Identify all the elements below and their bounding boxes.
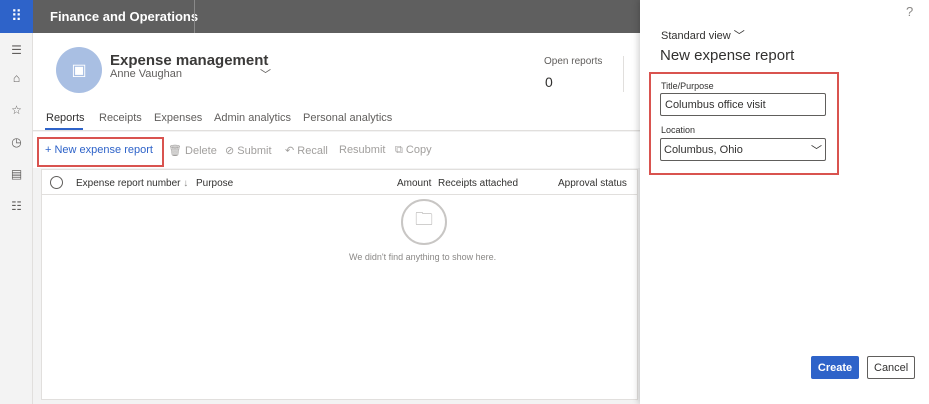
copy-button[interactable]: ⧉ Copy (395, 144, 432, 157)
left-nav: ☰ ⌂ ☆ ◷ ▤ ☷ (0, 33, 33, 404)
tab-receipts[interactable]: Receipts (99, 112, 142, 124)
submit-button[interactable]: ⊘ Submit (225, 144, 272, 157)
empty-folder-icon: 🗀 (401, 199, 447, 245)
help-icon[interactable]: ? (906, 4, 913, 19)
column-header-approval-status[interactable]: Approval status (558, 178, 627, 189)
workspace-user[interactable]: Anne Vaughan (110, 68, 182, 80)
create-button[interactable]: Create (811, 356, 859, 379)
clock-icon[interactable]: ◷ (0, 135, 33, 149)
chevron-down-icon[interactable]: ﹀ (260, 66, 271, 82)
check-circle-icon: ⊘ (225, 145, 238, 157)
cancel-button[interactable]: Cancel (867, 356, 915, 379)
list-icon[interactable]: ☷ (0, 199, 33, 213)
hamburger-icon[interactable]: ☰ (0, 43, 33, 57)
copy-icon: ⧉ (395, 144, 406, 156)
workspace-icon[interactable]: ▤ (0, 167, 33, 181)
resubmit-label: Resubmit (339, 144, 386, 156)
sort-arrow-icon: ↓ (183, 178, 189, 189)
active-tab-indicator (45, 128, 83, 130)
delete-button[interactable]: 🗑 Delete (168, 144, 217, 157)
open-reports-value[interactable]: 0 (545, 74, 553, 90)
waffle-icon[interactable]: ⠿ (0, 0, 33, 33)
view-selector-label: Standard view (661, 30, 731, 42)
workspace-avatar: ▣ (56, 47, 102, 93)
grid-header-divider (42, 194, 638, 195)
select-all-checkbox[interactable] (50, 176, 63, 189)
highlight-box-new-report (37, 137, 164, 167)
trash-icon: 🗑 (168, 145, 186, 157)
tab-admin-analytics[interactable]: Admin analytics (214, 112, 291, 124)
panel-title: New expense report (660, 47, 795, 64)
column-header-receipts-attached[interactable]: Receipts attached (438, 178, 518, 189)
delete-label: Delete (185, 145, 217, 157)
tab-expenses[interactable]: Expenses (154, 112, 202, 124)
workspace-title: Expense management (110, 52, 269, 69)
top-bar-divider (194, 0, 195, 33)
empty-state-message: We didn't find anything to show here. (349, 252, 497, 262)
tab-personal-analytics[interactable]: Personal analytics (303, 112, 392, 124)
expense-report-grid (41, 169, 638, 400)
column-header-purpose[interactable]: Purpose (196, 178, 233, 189)
star-icon[interactable]: ☆ (0, 103, 33, 117)
highlight-box-form-fields (649, 72, 839, 175)
resubmit-button[interactable]: Resubmit (339, 144, 385, 156)
tab-reports[interactable]: Reports (46, 112, 85, 124)
column-header-report-number[interactable]: Expense report number ↓ (76, 178, 188, 189)
submit-label: Submit (237, 145, 272, 157)
column-header-amount[interactable]: Amount (397, 178, 431, 189)
recall-button[interactable]: ↶ Recall (285, 144, 328, 157)
chevron-down-icon: ﹀ (733, 30, 745, 42)
app-title[interactable]: Finance and Operations (50, 0, 198, 33)
copy-label: Copy (405, 144, 432, 156)
open-reports-label: Open reports (544, 56, 603, 67)
expense-icon: ▣ (71, 62, 87, 79)
header-divider (623, 56, 624, 92)
recall-label: Recall (297, 145, 328, 157)
home-icon[interactable]: ⌂ (0, 71, 33, 85)
view-selector[interactable]: Standard view ﹀ (661, 27, 745, 43)
undo-icon: ↶ (285, 145, 298, 157)
